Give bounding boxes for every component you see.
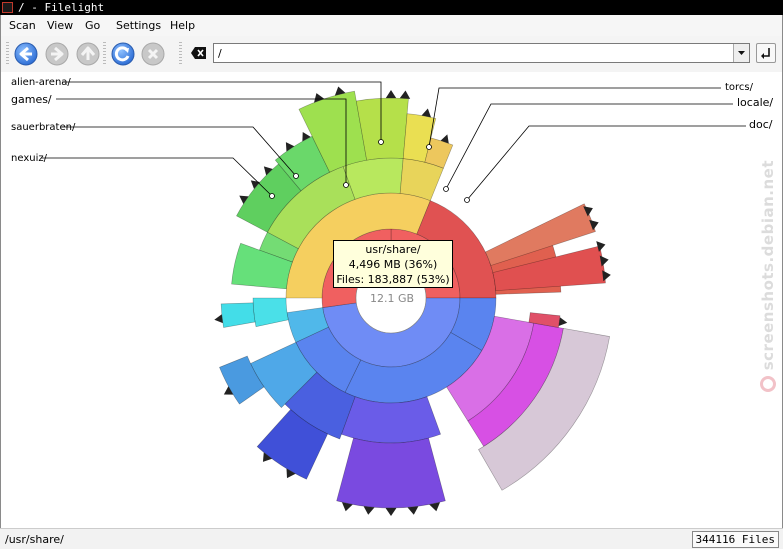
stop-button[interactable] (141, 42, 165, 66)
location-combobox[interactable] (213, 43, 750, 63)
overflow-arrow (363, 506, 375, 515)
label-alien-arena[interactable]: alien-arena/ (11, 77, 71, 88)
menu-bar: Scan View Go Settings Help (0, 15, 783, 36)
back-icon (14, 42, 38, 66)
segment-purple-a[interactable] (341, 396, 441, 444)
overflow-arrow (399, 90, 411, 99)
menu-settings[interactable]: Settings (116, 19, 161, 32)
leader-locale (445, 103, 733, 190)
leader-sauerbraten (61, 126, 297, 177)
label-games[interactable]: games/ (11, 93, 52, 106)
location-dropdown-button[interactable] (733, 44, 749, 62)
overflow-arrow (558, 317, 568, 327)
enter-icon (761, 48, 770, 59)
segment-cyan-a[interactable] (252, 297, 289, 328)
watermark-text: screenshots.debian.net (759, 160, 777, 371)
forward-button[interactable] (45, 42, 69, 66)
label-anchor (426, 144, 432, 150)
overflow-arrow (407, 506, 419, 515)
label-doc[interactable]: doc/ (749, 118, 772, 131)
label-sauerbraten[interactable]: sauerbraten/ (11, 122, 75, 133)
toolbar-grip[interactable] (6, 42, 9, 66)
debian-swirl-icon (760, 376, 776, 392)
status-path: /usr/share/ (5, 533, 64, 546)
status-bar: /usr/share/ 344116 Files (0, 528, 783, 549)
segment-purple-b[interactable] (336, 437, 446, 509)
rescan-icon (111, 42, 135, 66)
leader-nexuiz (41, 157, 273, 197)
overflow-arrow (385, 507, 397, 516)
label-anchor (269, 193, 275, 199)
label-torcs[interactable]: torcs/ (725, 82, 753, 93)
toolbar-grip[interactable] (103, 42, 106, 66)
overflow-arrow (602, 270, 611, 282)
chevron-down-icon (738, 51, 745, 55)
stop-icon (141, 42, 165, 66)
up-button[interactable] (76, 42, 100, 66)
segment-tooltip: usr/share/ 4,496 MB (36%) Files: 183,887… (333, 240, 453, 288)
label-anchor (443, 186, 449, 192)
window-title: / - Filelight (18, 1, 105, 14)
leader-doc (466, 125, 746, 201)
location-input[interactable] (214, 44, 718, 62)
label-locale[interactable]: locale/ (737, 96, 773, 109)
menu-go[interactable]: Go (85, 19, 100, 32)
label-nexuiz[interactable]: nexuiz/ (11, 153, 47, 164)
label-anchor (464, 197, 470, 203)
label-anchor (378, 139, 384, 145)
title-bar: / - Filelight (0, 0, 783, 15)
label-anchor (343, 182, 349, 188)
menu-view[interactable]: View (47, 19, 73, 32)
forward-icon (45, 42, 69, 66)
menu-help[interactable]: Help (170, 19, 195, 32)
tooltip-files: Files: 183,887 (53%) (336, 273, 450, 286)
label-anchor (293, 173, 299, 179)
tooltip-name: usr/share/ (365, 243, 421, 256)
menu-scan[interactable]: Scan (9, 19, 36, 32)
segment-cyan-b[interactable] (220, 302, 256, 328)
clear-location-icon (191, 47, 206, 59)
tooltip-size: 4,496 MB (36%) (348, 258, 438, 271)
status-file-count: 344116 Files (691, 531, 779, 548)
back-button[interactable] (14, 42, 38, 66)
up-icon (76, 42, 100, 66)
clear-location-button[interactable] (191, 46, 207, 60)
overflow-arrow (385, 90, 397, 99)
rescan-button[interactable] (111, 42, 135, 66)
toolbar-grip[interactable] (179, 42, 182, 66)
overflow-arrow (214, 314, 223, 324)
window-menu-icon[interactable] (2, 2, 13, 13)
total-size-label[interactable]: 12.1 GB (357, 292, 427, 305)
go-button[interactable] (756, 43, 776, 63)
